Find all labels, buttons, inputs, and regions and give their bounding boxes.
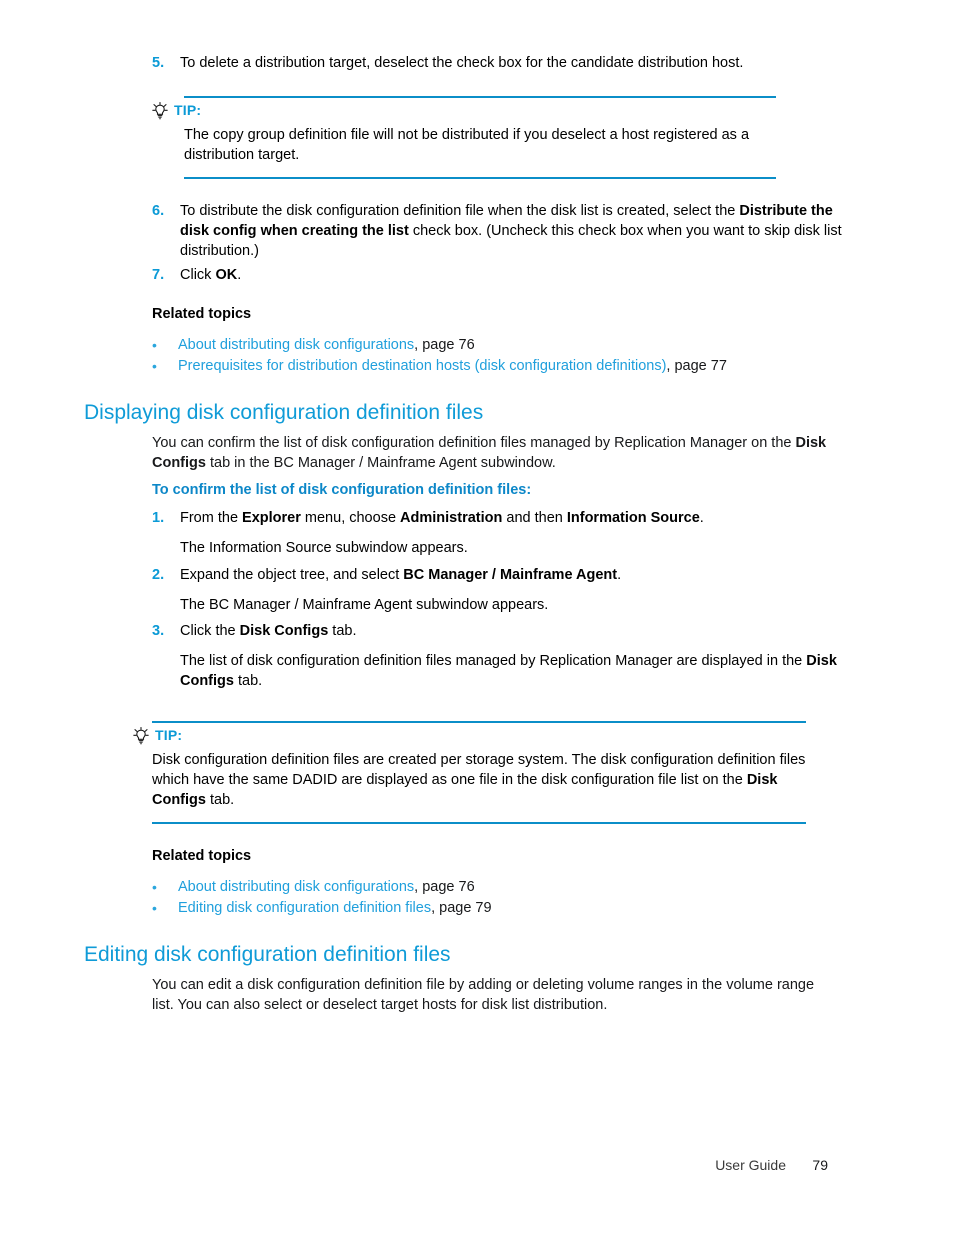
step-text-part: .	[699, 510, 704, 526]
cross-reference-link[interactable]: About distributing disk configurations	[178, 879, 414, 895]
step-row: 1. From the Explorer menu, choose Admini…	[152, 508, 852, 528]
step-number: 2.	[152, 567, 165, 583]
step-text-part: .	[237, 267, 242, 283]
related-topic-link-text: Prerequisites for distribution destinati…	[178, 356, 727, 377]
step-number: 3.	[152, 623, 165, 639]
step-row: 7. Click OK.	[152, 265, 852, 285]
step-result-text: The list of disk configuration definitio…	[180, 643, 852, 691]
step-text-bold: Administration	[400, 510, 503, 526]
step-text-part: .	[617, 567, 622, 583]
related-topic-link-text: About distributing disk configurations, …	[178, 877, 475, 898]
cross-reference-link[interactable]: Editing disk configuration definition fi…	[178, 900, 431, 916]
bullet-icon: •	[152, 879, 157, 895]
tip-text: The copy group definition file will not …	[184, 127, 750, 163]
tip-text-part: Disk configuration definition files are …	[152, 752, 806, 788]
cross-reference-page: , page 76	[414, 337, 475, 353]
step-text: Click OK.	[180, 265, 852, 285]
list-item: • Editing disk configuration definition …	[152, 898, 852, 919]
step-row: 6. To distribute the disk configuration …	[152, 201, 852, 261]
tip-text: Disk configuration definition files are …	[152, 744, 806, 822]
step-text-part: and then	[502, 510, 567, 526]
step-text: Expand the object tree, and select BC Ma…	[180, 565, 852, 585]
footer-label: User Guide	[715, 1157, 786, 1173]
cross-reference-link[interactable]: Prerequisites for distribution destinati…	[178, 358, 666, 374]
step-text-bold: Information Source	[566, 510, 700, 526]
tip-header: TIP:	[133, 723, 806, 745]
lightbulb-icon	[152, 102, 168, 120]
step-result-text: The Information Source subwindow appears…	[180, 540, 468, 556]
procedure-subheading: To confirm the list of disk configuratio…	[152, 482, 532, 498]
tip-bottom-rule	[184, 177, 776, 179]
step-row: 3. Click the Disk Configs tab.	[152, 621, 852, 641]
tip-header: TIP:	[152, 98, 776, 120]
step-text-bold: Disk Configs	[239, 623, 329, 639]
step-text: Click the Disk Configs tab.	[180, 621, 852, 641]
step-number: 1.	[152, 510, 165, 526]
step-text-part: From the	[180, 510, 243, 526]
tip-block-one: TIP: The copy group definition file will…	[152, 96, 776, 179]
section-editing-intro: You can edit a disk configuration defini…	[152, 977, 815, 1013]
section-displaying-heading: Displaying disk configuration definition…	[84, 400, 874, 426]
step-text-part: menu, choose	[300, 510, 401, 526]
tip-bottom-rule	[152, 822, 806, 824]
intro-part: tab in the BC Manager / Mainframe Agent …	[205, 455, 556, 471]
cross-reference-link[interactable]: About distributing disk configurations	[178, 337, 414, 353]
cross-reference-page: , page 77	[666, 358, 727, 374]
result-part: tab.	[233, 673, 263, 689]
page-footer: User Guide 79	[0, 1157, 954, 1173]
step-row: 5. To delete a distribution target, dese…	[152, 53, 852, 73]
step-text: From the Explorer menu, choose Administr…	[180, 508, 852, 528]
section-title: Editing disk configuration definition fi…	[84, 943, 451, 966]
related-topic-link-text: About distributing disk configurations, …	[178, 335, 475, 356]
list-item: • About distributing disk configurations…	[152, 335, 852, 356]
step-text-part: To distribute the disk configuration def…	[180, 203, 740, 219]
section-displaying-intro: You can confirm the list of disk configu…	[152, 433, 842, 473]
proc-step-item-2: 2. Expand the object tree, and select BC…	[152, 565, 852, 615]
tip-text-part: tab.	[205, 792, 235, 808]
step-item-6: 6. To distribute the disk configuration …	[152, 201, 852, 263]
step-text-part: tab.	[328, 623, 357, 639]
tip-block-two: TIP: Disk configuration definition files…	[133, 721, 806, 824]
step-text: To delete a distribution target, deselec…	[180, 55, 744, 71]
step-item-7: 7. Click OK.	[152, 265, 852, 287]
proc-step-item-3: 3. Click the Disk Configs tab. The list …	[152, 621, 852, 691]
page-title: Displaying disk configuration definition…	[84, 401, 484, 424]
bullet-icon: •	[152, 900, 157, 916]
intro-part: You can confirm the list of disk configu…	[152, 435, 796, 451]
list-item: • About distributing disk configurations…	[152, 877, 852, 898]
cross-reference-page: , page 76	[414, 879, 475, 895]
lightbulb-icon	[133, 727, 149, 745]
related-topics-one: Related topics • About distributing disk…	[152, 304, 852, 377]
tip-label: TIP:	[155, 727, 183, 743]
section-editing-heading: Editing disk configuration definition fi…	[84, 942, 874, 968]
bullet-icon: •	[152, 358, 157, 374]
related-topics-two: Related topics • About distributing disk…	[152, 846, 852, 919]
section-displaying-subheading-wrap: To confirm the list of disk configuratio…	[152, 480, 842, 500]
related-topic-link-text: Editing disk configuration definition fi…	[178, 898, 492, 919]
step-text-bold: Explorer	[242, 510, 301, 526]
step-text-part: Click	[180, 267, 216, 283]
related-topics-heading: Related topics	[152, 848, 252, 864]
related-topics-heading: Related topics	[152, 306, 252, 322]
step-text: To distribute the disk configuration def…	[180, 201, 852, 261]
step-text-part: Click the	[180, 623, 240, 639]
bullet-icon: •	[152, 337, 157, 353]
step-number: 7.	[152, 267, 165, 283]
footer-page-number: 79	[812, 1157, 828, 1173]
step-text-bold: BC Manager / Mainframe Agent	[403, 567, 618, 583]
step-result-text: The BC Manager / Mainframe Agent subwind…	[180, 597, 549, 613]
cross-reference-page: , page 79	[431, 900, 492, 916]
list-item: • Prerequisites for distribution destina…	[152, 356, 852, 377]
step-text-part: Expand the object tree, and select	[180, 567, 404, 583]
step-item-5: 5. To delete a distribution target, dese…	[152, 53, 852, 75]
result-part: The list of disk configuration definitio…	[180, 653, 807, 669]
step-number: 5.	[152, 55, 165, 71]
tip-label: TIP:	[174, 102, 202, 118]
proc-step-item-1: 1. From the Explorer menu, choose Admini…	[152, 508, 852, 558]
step-row: 2. Expand the object tree, and select BC…	[152, 565, 852, 585]
step-number: 6.	[152, 203, 165, 219]
document-page: 5. To delete a distribution target, dese…	[0, 0, 954, 1235]
step-text-bold: OK	[215, 267, 238, 283]
